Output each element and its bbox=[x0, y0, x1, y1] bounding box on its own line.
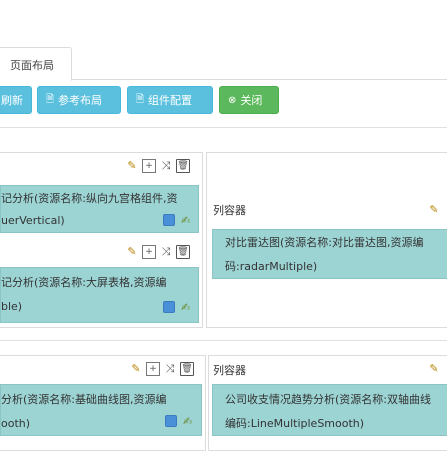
config-icon[interactable] bbox=[165, 415, 177, 427]
component-text-line2: ooth) bbox=[1, 417, 31, 430]
edit-icon[interactable]: ✎ bbox=[427, 203, 441, 217]
user-edit-icon[interactable]: ✍ bbox=[183, 415, 196, 428]
edit-icon[interactable]: ✎ bbox=[129, 362, 143, 376]
split-icon[interactable]: ⤨ bbox=[159, 159, 173, 173]
document-icon: 🗎 bbox=[136, 93, 145, 105]
column-container-left-2: ✎ + ⤨ 🗑 分析(资源名称:基础曲线图,资源编 ooth) ✍ bbox=[0, 355, 206, 451]
add-icon[interactable]: + bbox=[142, 159, 156, 173]
component-actions: ✍ bbox=[163, 301, 194, 314]
column-container-left-1: ✎ + ⤨ 🗑 记分析(资源名称:纵向九宫格组件,资 uerVertical) … bbox=[0, 152, 203, 328]
divider bbox=[0, 127, 447, 128]
container-toolbar: ✎ + ⤨ 🗑 bbox=[129, 362, 194, 376]
component-actions: ✍ bbox=[165, 415, 196, 428]
user-edit-icon[interactable]: ✍ bbox=[181, 214, 194, 227]
config-icon[interactable] bbox=[163, 214, 175, 226]
close-label: 关闭 bbox=[240, 94, 263, 107]
close-circle-icon: ⊗ bbox=[228, 94, 237, 106]
reference-layout-label: 参考布局 bbox=[58, 94, 103, 107]
container-toolbar: ✎ + ⤨ 🗑 bbox=[125, 159, 190, 173]
page-header-area bbox=[0, 0, 447, 42]
reference-layout-button[interactable]: 🗎 参考布局 bbox=[37, 86, 121, 114]
component-text-line2: 编码:LineMultipleSmooth) bbox=[225, 417, 365, 430]
toolbar: 刷新 🗎 参考布局 🗎 组件配置 ⊗ 关闭 bbox=[0, 86, 447, 116]
tab-strip: 页面布局 bbox=[0, 42, 447, 81]
edit-icon[interactable]: ✎ bbox=[125, 159, 139, 173]
edit-icon[interactable]: ✎ bbox=[427, 362, 441, 376]
component-text-line2: uerVertical) bbox=[1, 214, 65, 227]
column-container-right-1: 列容器 ✎ 对比雷达图(资源名称:对比雷达图,资源编 码:radarMultip… bbox=[206, 152, 447, 328]
component-text-line2: 码:radarMultiple) bbox=[225, 260, 318, 273]
split-icon[interactable]: ⤨ bbox=[163, 362, 177, 376]
component-text-line1: 记分析(资源名称:大屏表格,资源编 bbox=[1, 276, 167, 289]
component-card[interactable]: 对比雷达图(资源名称:对比雷达图,资源编 码:radarMultiple) bbox=[212, 229, 447, 279]
close-button[interactable]: ⊗ 关闭 bbox=[219, 86, 279, 114]
config-icon[interactable] bbox=[163, 301, 175, 313]
component-card[interactable]: 分析(资源名称:基础曲线图,资源编 ooth) ✍ bbox=[0, 384, 202, 436]
add-icon[interactable]: + bbox=[146, 362, 160, 376]
component-actions: ✍ bbox=[163, 214, 194, 227]
component-card[interactable]: 公司收支情况趋势分析(资源名称:双轴曲线 编码:LineMultipleSmoo… bbox=[212, 384, 447, 436]
container-toolbar: ✎ bbox=[427, 203, 441, 217]
delete-icon[interactable]: 🗑 bbox=[180, 362, 194, 376]
add-icon[interactable]: + bbox=[142, 245, 156, 259]
component-text-line1: 分析(资源名称:基础曲线图,资源编 bbox=[1, 393, 167, 406]
component-config-label: 组件配置 bbox=[148, 94, 193, 107]
delete-icon[interactable]: 🗑 bbox=[176, 245, 190, 259]
container-label: 列容器 bbox=[213, 364, 246, 377]
refresh-button[interactable]: 刷新 bbox=[0, 86, 32, 114]
divider bbox=[0, 340, 447, 341]
delete-icon[interactable]: 🗑 bbox=[176, 159, 190, 173]
component-text-line1: 记分析(资源名称:纵向九宫格组件,资 bbox=[1, 192, 178, 205]
component-toolbar: ✎ + ⤨ 🗑 bbox=[125, 245, 190, 259]
component-text-line1: 对比雷达图(资源名称:对比雷达图,资源编 bbox=[225, 236, 424, 249]
component-card[interactable]: 记分析(资源名称:大屏表格,资源编 ble) ✍ bbox=[0, 267, 199, 323]
tab-page-layout-label: 页面布局 bbox=[10, 59, 54, 72]
split-icon[interactable]: ⤨ bbox=[159, 245, 173, 259]
tab-page-layout[interactable]: 页面布局 bbox=[0, 47, 72, 81]
component-card[interactable]: 记分析(资源名称:纵向九宫格组件,资 uerVertical) ✍ bbox=[0, 185, 199, 233]
user-edit-icon[interactable]: ✍ bbox=[181, 301, 194, 314]
component-text-line1: 公司收支情况趋势分析(资源名称:双轴曲线 bbox=[225, 393, 431, 406]
component-text-line2: ble) bbox=[1, 300, 23, 313]
container-toolbar: ✎ bbox=[427, 362, 441, 376]
refresh-label: 刷新 bbox=[1, 94, 23, 107]
document-icon: 🗎 bbox=[46, 93, 55, 105]
column-container-right-2: 列容器 ✎ 公司收支情况趋势分析(资源名称:双轴曲线 编码:LineMultip… bbox=[208, 355, 447, 451]
edit-icon[interactable]: ✎ bbox=[125, 245, 139, 259]
container-label: 列容器 bbox=[213, 204, 246, 217]
component-config-button[interactable]: 🗎 组件配置 bbox=[127, 86, 213, 114]
